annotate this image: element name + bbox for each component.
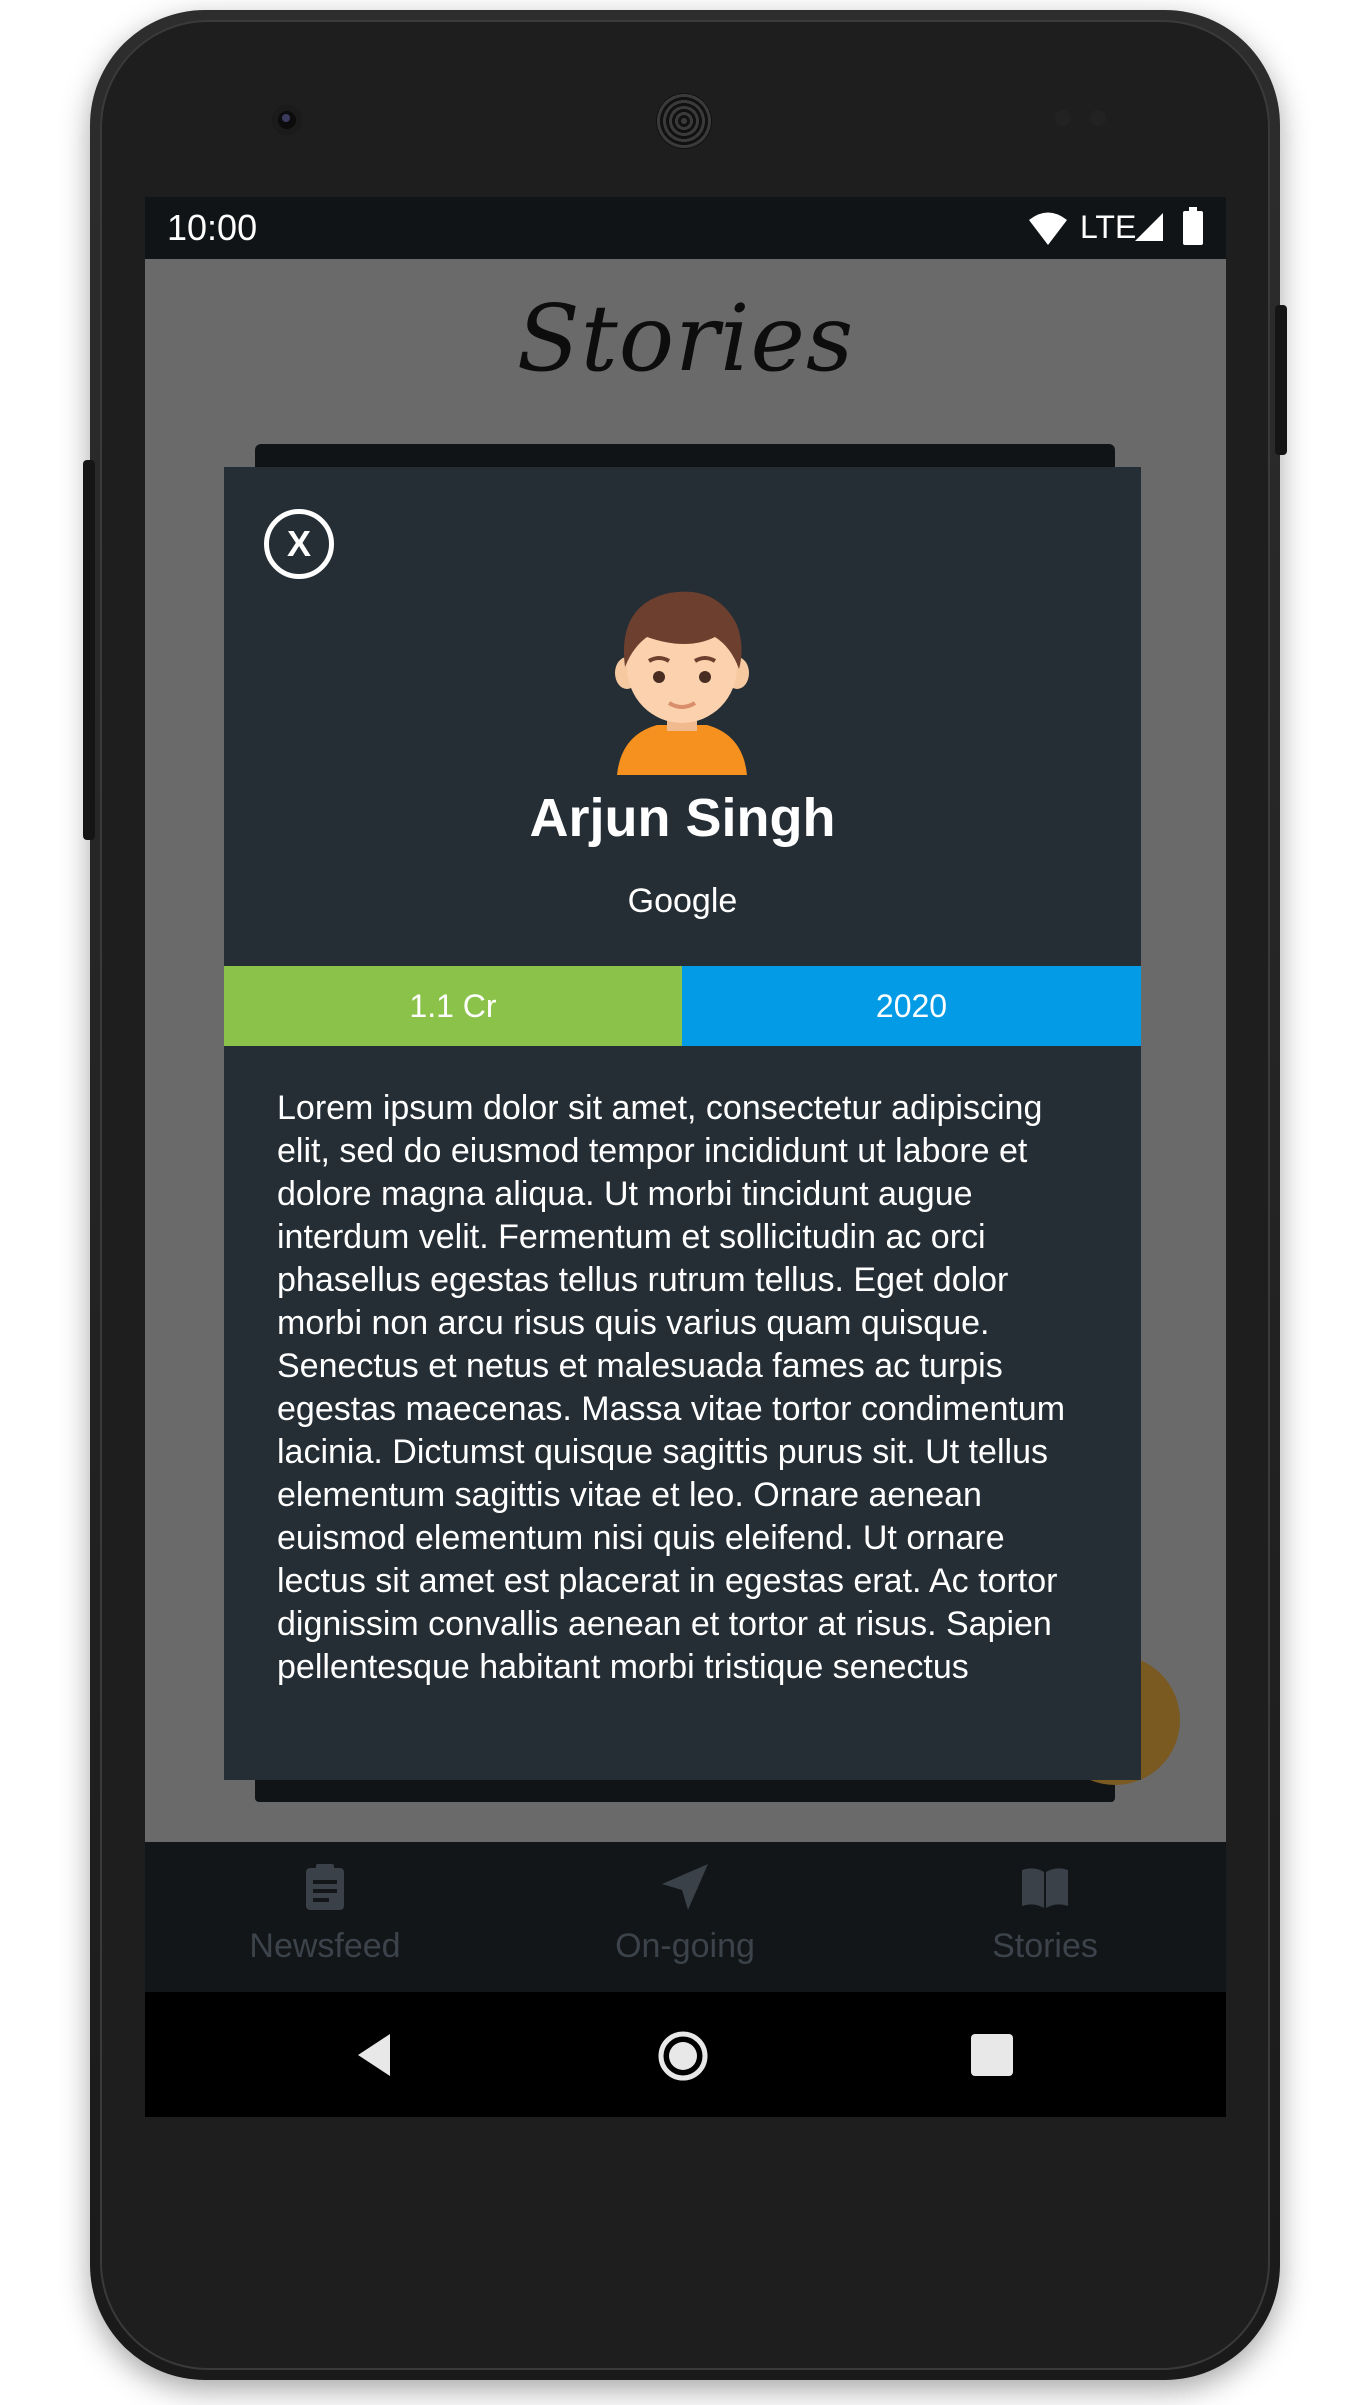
signal-icon xyxy=(1135,213,1163,241)
navigation-arrow-icon xyxy=(662,1864,708,1910)
power-button xyxy=(1275,305,1287,455)
person-name: Arjun Singh xyxy=(529,788,836,848)
light-sensor xyxy=(1090,110,1106,126)
bottom-navigation: Newsfeed On-going Stories xyxy=(145,1842,1226,1992)
year-badge: 2020 xyxy=(682,966,1141,1046)
recents-icon[interactable] xyxy=(971,2034,1013,2076)
system-navigation-bar xyxy=(145,1992,1226,2117)
network-type: LTE xyxy=(1080,209,1137,245)
close-button[interactable]: X xyxy=(264,509,334,579)
story-detail-modal: X Arjun Singh Google 1.1 Cr 2020 Lorem i… xyxy=(224,467,1141,1780)
volume-button xyxy=(83,460,95,840)
earpiece-speaker xyxy=(656,93,712,149)
nav-item-stories[interactable]: Stories xyxy=(865,1842,1225,1992)
company-name: Google xyxy=(627,882,738,920)
nav-item-on-going[interactable]: On-going xyxy=(505,1842,865,1992)
nav-label-stories: Stories xyxy=(992,1927,1098,1965)
app-title: Stories xyxy=(516,285,855,392)
battery-icon xyxy=(1183,207,1203,245)
boy-avatar-icon xyxy=(615,591,749,775)
back-icon[interactable] xyxy=(350,2030,400,2080)
proximity-sensor xyxy=(1055,110,1071,126)
book-icon xyxy=(1022,1868,1068,1908)
nav-label-on-going: On-going xyxy=(615,1927,755,1965)
status-time: 10:00 xyxy=(167,207,258,248)
story-text: Lorem ipsum dolor sit amet, consectetur … xyxy=(277,1089,1066,1686)
clipboard-icon xyxy=(306,1864,344,1910)
status-bar: 10:00 LTE xyxy=(145,197,1226,259)
home-icon[interactable] xyxy=(657,2030,709,2082)
front-camera xyxy=(272,105,302,135)
wifi-icon xyxy=(1029,212,1067,245)
nav-item-newsfeed[interactable]: Newsfeed xyxy=(145,1842,505,1992)
nav-label-newsfeed: Newsfeed xyxy=(249,1927,401,1965)
salary-badge: 1.1 Cr xyxy=(224,966,682,1046)
screen: 10:00 LTE Stories X Arjun Singh Google 1… xyxy=(145,197,1226,2117)
